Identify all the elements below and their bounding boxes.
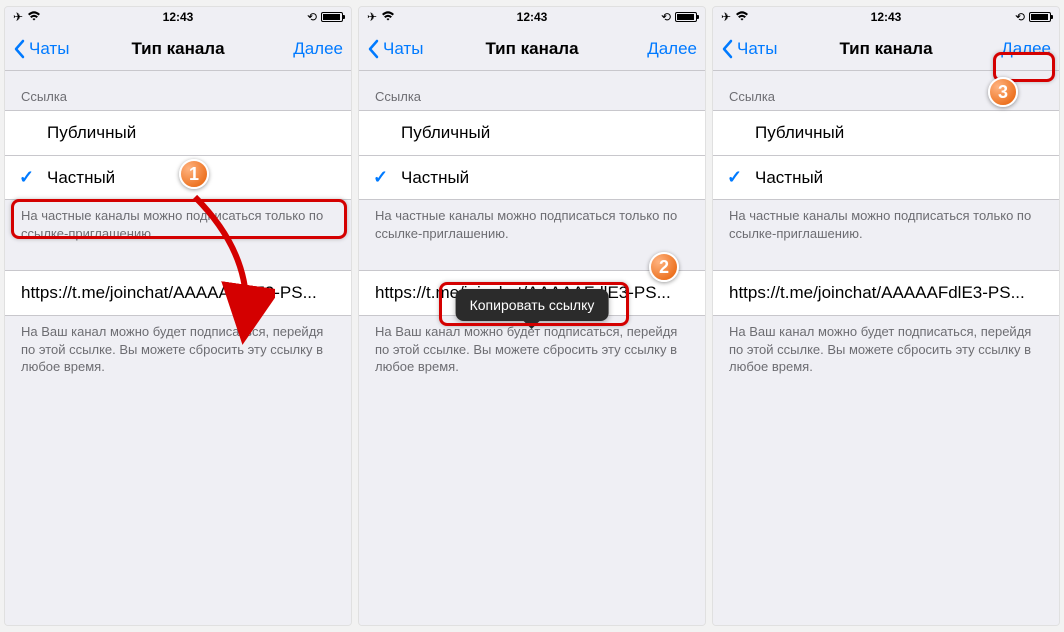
orientation-lock-icon: ⟲ bbox=[307, 10, 317, 24]
nav-bar: Чаты Тип канала Далее bbox=[713, 27, 1059, 71]
next-button[interactable]: Далее bbox=[647, 39, 697, 59]
option-private[interactable]: ✓ Частный bbox=[713, 155, 1059, 199]
wifi-icon bbox=[381, 10, 395, 24]
checkmark-icon: ✓ bbox=[19, 167, 34, 188]
invite-link-text: https://t.me/joinchat/AAAAAFdlE3-PS... bbox=[21, 283, 335, 303]
chevron-left-icon bbox=[13, 39, 25, 59]
nav-bar: Чаты Тип канала Далее bbox=[5, 27, 351, 71]
option-public-label: Публичный bbox=[401, 123, 689, 143]
battery-icon bbox=[321, 12, 343, 22]
back-button[interactable]: Чаты bbox=[13, 39, 69, 59]
status-bar: ✈ 12:43 ⟲ bbox=[713, 7, 1059, 27]
option-public-label: Публичный bbox=[47, 123, 335, 143]
footer-private-info: На частные каналы можно подписаться толь… bbox=[713, 200, 1059, 252]
option-public[interactable]: Публичный bbox=[713, 111, 1059, 155]
phone-screen-3: ✈ 12:43 ⟲ Чаты Тип канала Далее Ссылка П… bbox=[712, 6, 1060, 626]
status-left: ✈ bbox=[367, 10, 395, 24]
invite-link-text: https://t.me/joinchat/AAAAAFdlE3-PS... bbox=[729, 283, 1043, 303]
wifi-icon bbox=[27, 10, 41, 24]
status-right: ⟲ bbox=[307, 10, 343, 24]
page-title: Тип канала bbox=[485, 39, 578, 59]
back-label: Чаты bbox=[29, 39, 69, 59]
status-bar: ✈ 12:43 ⟲ bbox=[359, 7, 705, 27]
page-title: Тип канала bbox=[839, 39, 932, 59]
option-public[interactable]: Публичный bbox=[5, 111, 351, 155]
orientation-lock-icon: ⟲ bbox=[661, 10, 671, 24]
airplane-icon: ✈ bbox=[367, 10, 377, 24]
invite-link-cell[interactable]: https://t.me/joinchat/AAAAAFdlE3-PS... bbox=[5, 271, 351, 315]
option-private[interactable]: ✓ Частный bbox=[359, 155, 705, 199]
status-left: ✈ bbox=[721, 10, 749, 24]
channel-type-group: Публичный ✓ Частный bbox=[5, 110, 351, 200]
section-header-link: Ссылка bbox=[713, 71, 1059, 110]
status-time: 12:43 bbox=[163, 10, 194, 24]
checkmark-icon: ✓ bbox=[373, 167, 388, 188]
content: Ссылка Публичный ✓ Частный На частные ка… bbox=[359, 71, 705, 625]
context-menu-label: Копировать ссылку bbox=[470, 297, 595, 313]
invite-link-group: https://t.me/joinchat/AAAAAFdlE3-PS... bbox=[5, 270, 351, 316]
orientation-lock-icon: ⟲ bbox=[1015, 10, 1025, 24]
phone-screen-1: ✈ 12:43 ⟲ Чаты Тип канала Далее Ссылка П… bbox=[4, 6, 352, 626]
footer-private-info: На частные каналы можно подписаться толь… bbox=[359, 200, 705, 252]
status-time: 12:43 bbox=[871, 10, 902, 24]
back-label: Чаты bbox=[383, 39, 423, 59]
status-bar: ✈ 12:43 ⟲ bbox=[5, 7, 351, 27]
invite-link-group: https://t.me/joinchat/AAAAAFdlE3-PS... bbox=[713, 270, 1059, 316]
battery-icon bbox=[675, 12, 697, 22]
option-private-label: Частный bbox=[47, 168, 335, 188]
channel-type-group: Публичный ✓ Частный bbox=[359, 110, 705, 200]
option-public[interactable]: Публичный bbox=[359, 111, 705, 155]
status-left: ✈ bbox=[13, 10, 41, 24]
option-public-label: Публичный bbox=[755, 123, 1043, 143]
footer-link-info: На Ваш канал можно будет подписаться, пе… bbox=[713, 316, 1059, 386]
chevron-left-icon bbox=[367, 39, 379, 59]
channel-type-group: Публичный ✓ Частный bbox=[713, 110, 1059, 200]
footer-private-info: На частные каналы можно подписаться толь… bbox=[5, 200, 351, 252]
status-right: ⟲ bbox=[1015, 10, 1051, 24]
nav-bar: Чаты Тип канала Далее bbox=[359, 27, 705, 71]
chevron-left-icon bbox=[721, 39, 733, 59]
checkmark-icon: ✓ bbox=[727, 167, 742, 188]
airplane-icon: ✈ bbox=[13, 10, 23, 24]
content: Ссылка Публичный ✓ Частный На частные ка… bbox=[5, 71, 351, 625]
context-menu-copy-link[interactable]: Копировать ссылку bbox=[456, 289, 609, 321]
wifi-icon bbox=[735, 10, 749, 24]
section-header-link: Ссылка bbox=[5, 71, 351, 110]
content: Ссылка Публичный ✓ Частный На частные ка… bbox=[713, 71, 1059, 625]
back-button[interactable]: Чаты bbox=[367, 39, 423, 59]
status-right: ⟲ bbox=[661, 10, 697, 24]
next-button[interactable]: Далее bbox=[293, 39, 343, 59]
status-time: 12:43 bbox=[517, 10, 548, 24]
battery-icon bbox=[1029, 12, 1051, 22]
footer-link-info: На Ваш канал можно будет подписаться, пе… bbox=[5, 316, 351, 386]
option-private[interactable]: ✓ Частный bbox=[5, 155, 351, 199]
invite-link-cell[interactable]: https://t.me/joinchat/AAAAAFdlE3-PS... bbox=[713, 271, 1059, 315]
next-button[interactable]: Далее bbox=[1001, 39, 1051, 59]
back-button[interactable]: Чаты bbox=[721, 39, 777, 59]
back-label: Чаты bbox=[737, 39, 777, 59]
option-private-label: Частный bbox=[755, 168, 1043, 188]
section-header-link: Ссылка bbox=[359, 71, 705, 110]
page-title: Тип канала bbox=[131, 39, 224, 59]
airplane-icon: ✈ bbox=[721, 10, 731, 24]
phone-screen-2: ✈ 12:43 ⟲ Чаты Тип канала Далее Ссылка П… bbox=[358, 6, 706, 626]
option-private-label: Частный bbox=[401, 168, 689, 188]
